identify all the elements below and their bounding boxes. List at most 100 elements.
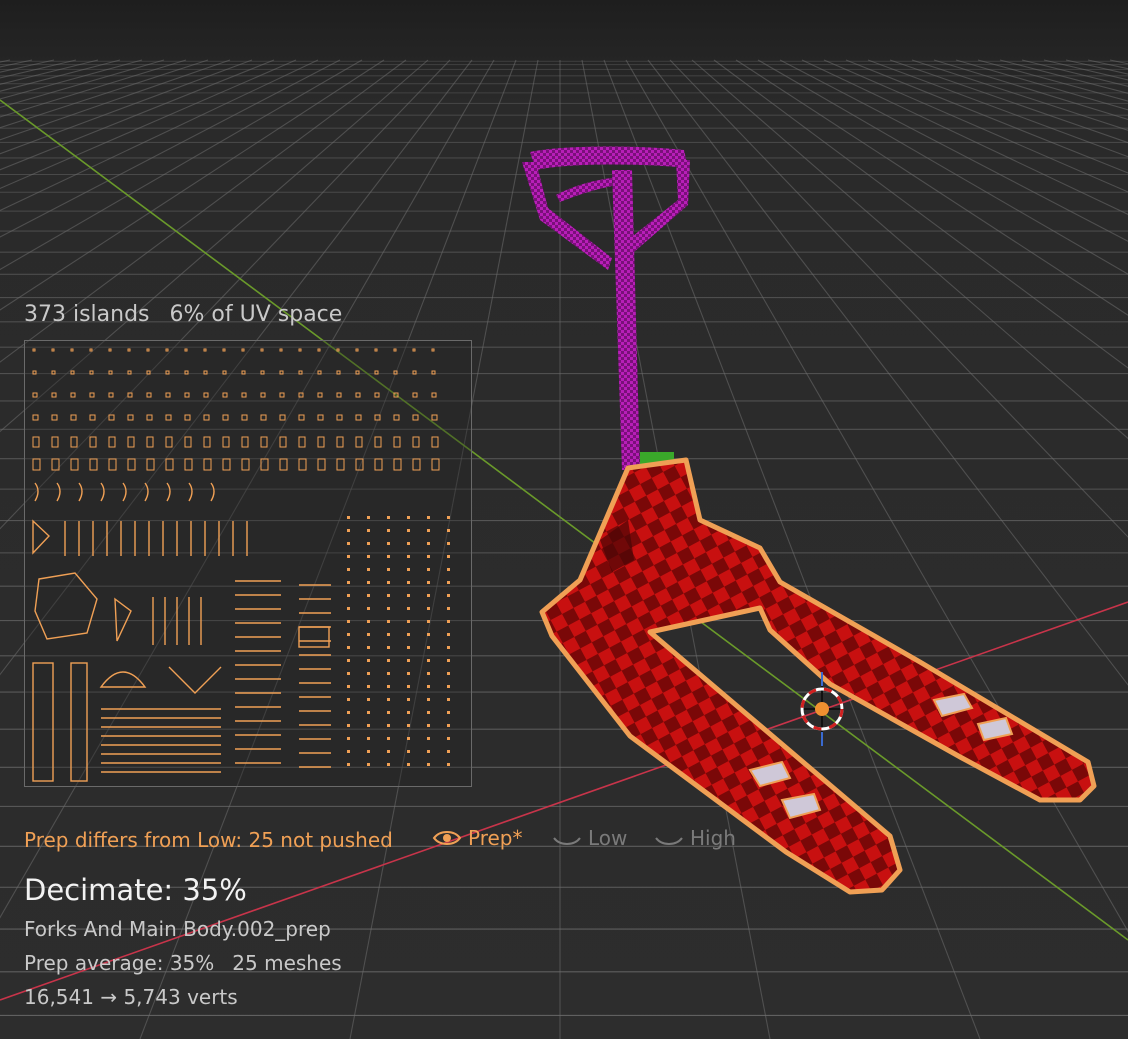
uv-island <box>347 529 350 532</box>
uv-island <box>347 581 350 584</box>
decimate-title: Decimate: 35% <box>24 873 247 907</box>
uv-island <box>32 392 38 398</box>
uv-island <box>146 436 154 448</box>
uv-island <box>387 672 390 675</box>
view-toggle-low[interactable]: Low <box>552 826 627 850</box>
uv-island <box>431 348 435 352</box>
uv-island <box>51 414 58 421</box>
uv-island <box>241 458 250 471</box>
uv-island <box>108 414 115 421</box>
uv-island <box>355 392 361 398</box>
uv-island <box>387 594 390 597</box>
uv-island <box>367 529 370 532</box>
uv-island <box>412 370 417 375</box>
uv-island <box>203 436 211 448</box>
uv-island <box>431 370 436 375</box>
uv-island <box>298 414 305 421</box>
uv-island <box>222 392 228 398</box>
uv-island <box>347 659 350 662</box>
uv-island <box>32 370 37 375</box>
uv-island <box>427 763 430 766</box>
uv-island <box>203 370 208 375</box>
uv-island <box>89 414 96 421</box>
uv-island <box>387 750 390 753</box>
uv-island <box>32 414 39 421</box>
uv-island <box>412 348 416 352</box>
uv-island <box>367 542 370 545</box>
uv-island <box>407 672 410 675</box>
uv-island <box>387 633 390 636</box>
uv-island <box>447 529 450 532</box>
uv-island <box>203 458 212 471</box>
uv-island <box>222 370 227 375</box>
uv-island <box>367 685 370 688</box>
uv-island <box>407 594 410 597</box>
uv-island <box>51 370 56 375</box>
uv-island <box>393 392 399 398</box>
uv-island <box>407 685 410 688</box>
view-label-low: Low <box>588 826 628 850</box>
uv-island <box>146 458 155 471</box>
uv-island <box>165 458 174 471</box>
uv-island <box>122 482 127 502</box>
uv-island <box>70 662 88 782</box>
uv-island <box>56 482 61 502</box>
uv-island <box>412 414 419 421</box>
uv-island <box>184 370 189 375</box>
uv-island <box>374 370 379 375</box>
uv-island <box>407 737 410 740</box>
uv-island <box>70 414 77 421</box>
uv-island <box>393 348 397 352</box>
uv-island <box>427 542 430 545</box>
uv-island <box>374 348 378 352</box>
uv-island <box>374 414 381 421</box>
uv-island <box>347 542 350 545</box>
uv-island <box>203 392 209 398</box>
uv-island <box>210 482 215 502</box>
uv-island <box>367 568 370 571</box>
uv-island <box>387 542 390 545</box>
uv-island <box>427 659 430 662</box>
uv-island <box>222 436 230 448</box>
uv-island <box>165 392 171 398</box>
uv-island <box>427 620 430 623</box>
uv-island <box>355 414 362 421</box>
uv-island <box>407 750 410 753</box>
uv-island <box>127 370 132 375</box>
uv-island <box>241 414 248 421</box>
uv-island <box>347 516 350 519</box>
uv-island <box>317 348 321 352</box>
uv-island <box>347 698 350 701</box>
uv-island <box>99 671 147 688</box>
uv-island <box>407 516 410 519</box>
uv-island <box>146 348 150 352</box>
uv-island <box>298 436 306 448</box>
uv-island <box>317 436 325 448</box>
uv-island <box>279 458 288 471</box>
uv-island <box>108 370 113 375</box>
uv-island <box>317 370 322 375</box>
uv-island <box>447 724 450 727</box>
uv-island <box>367 646 370 649</box>
uv-island <box>431 458 440 471</box>
uv-island <box>347 672 350 675</box>
uv-island <box>260 348 264 352</box>
uv-island <box>188 482 193 502</box>
view-toggle-prep[interactable]: Prep* <box>432 826 523 850</box>
uv-island <box>165 348 169 352</box>
uv-island <box>347 737 350 740</box>
uv-island <box>407 646 410 649</box>
uv-island <box>347 568 350 571</box>
uv-island <box>279 414 286 421</box>
uv-island <box>447 581 450 584</box>
uv-island <box>317 458 326 471</box>
view-toggle-high[interactable]: High <box>654 826 736 850</box>
uv-island <box>367 737 370 740</box>
uv-island <box>393 414 400 421</box>
uv-island <box>260 392 266 398</box>
uv-island <box>447 685 450 688</box>
uv-island <box>32 436 40 448</box>
uv-island <box>347 607 350 610</box>
uv-islands-count: 373 islands <box>24 302 150 327</box>
uv-island <box>241 392 247 398</box>
